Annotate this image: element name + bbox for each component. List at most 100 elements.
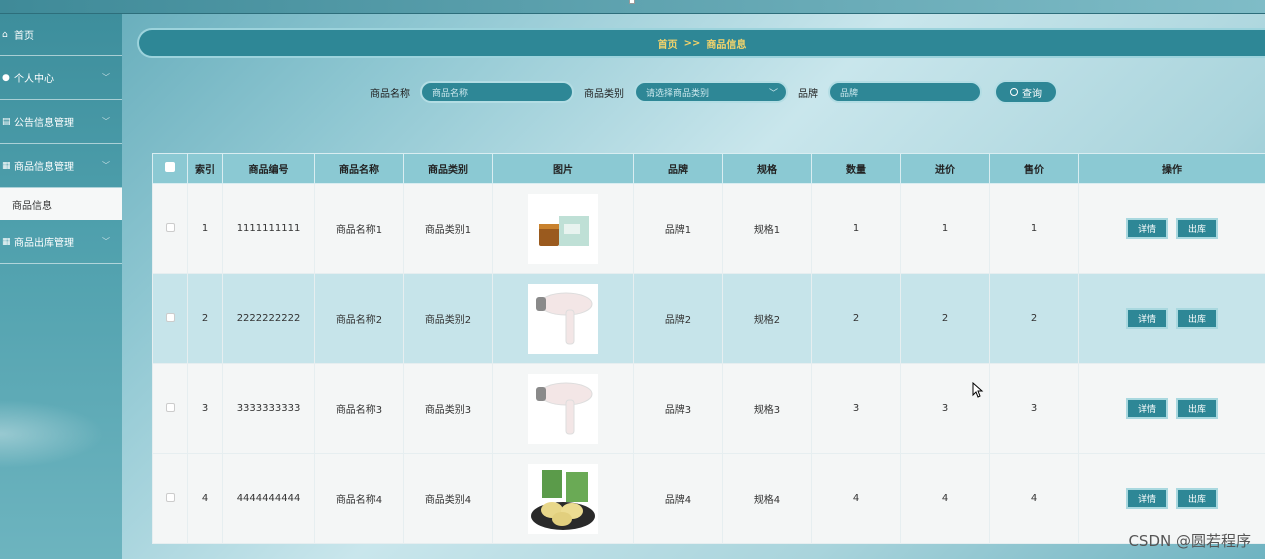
cell-code: 4444444444 [222,453,315,544]
resize-handle[interactable] [629,0,635,4]
row-checkbox[interactable] [165,312,175,322]
select-all-checkbox[interactable] [165,162,175,172]
grid-icon: ▦ [2,160,11,171]
mouse-cursor-icon [972,382,984,398]
cell-category: 商品类别2 [403,273,493,364]
search-form: 商品名称 商品名称 商品类别 请选择商品类别 ﹀ 品牌 品牌 查询 [370,79,1058,105]
cell-code: 1111111111 [222,183,315,274]
breadcrumb: 首页 >> 商品信息 [137,28,1265,58]
cell-qty: 1 [811,183,901,274]
cell-cost: 3 [900,363,990,454]
cell-index: 3 [187,363,223,454]
sidebar-item-outbound[interactable]: ▦ 商品出库管理 ﹀ [0,220,122,264]
search-button-label: 查询 [1022,88,1042,100]
cell-code: 3333333333 [222,363,315,454]
sidebar-item-goods[interactable]: ▦ 商品信息管理 ﹀ [0,144,122,188]
cell-code: 2222222222 [222,273,315,364]
column-header: 操作 [1078,153,1265,184]
cell-name: 商品名称3 [314,363,404,454]
table-row: 3 3333333333 商品名称3 商品类别3 品牌3 规格3 3 3 3 详… [152,363,1265,454]
column-header: 商品类别 [403,153,493,184]
table-row: 4 4444444444 商品名称4 商品类别4 品牌4 规格4 4 4 4 详… [152,453,1265,544]
hair-dryer-image [528,373,598,444]
column-header: 索引 [187,153,223,184]
cell-brand: 品牌1 [633,183,723,274]
watermark: CSDN @圆若程序 [1128,532,1251,550]
outbound-button[interactable]: 出库 [1176,398,1218,419]
sidebar-item-label: 首页 [14,31,34,42]
chevron-down-icon: ﹀ [768,88,778,99]
hair-dryer-image [528,283,598,354]
table-row: 1 1111111111 商品名称1 商品类别1 品牌1 规格1 1 1 1 详… [152,183,1265,274]
cell-spec: 规格4 [722,453,812,544]
column-header: 售价 [989,153,1079,184]
row-checkbox[interactable] [165,402,175,412]
cell-spec: 规格1 [722,183,812,274]
cell-price: 3 [989,363,1079,454]
column-header: 进价 [900,153,990,184]
column-header: 数量 [811,153,901,184]
cell-name: 商品名称2 [314,273,404,364]
brand-label: 品牌 [798,88,818,100]
cell-price: 4 [989,453,1079,544]
category-placeholder: 请选择商品类别 [646,88,710,99]
pastry-image [528,463,598,534]
cell-price: 1 [989,183,1079,274]
search-button[interactable]: 查询 [994,80,1058,104]
cell-qty: 2 [811,273,901,364]
table-row: 2 2222222222 商品名称2 商品类别2 品牌2 规格2 2 2 2 详… [152,273,1265,364]
cell-qty: 3 [811,363,901,454]
chevron-down-icon: ﹀ [102,117,110,126]
cell-cost: 2 [900,273,990,364]
cell-brand: 品牌2 [633,273,723,364]
row-checkbox[interactable] [165,222,175,232]
column-header: 图片 [492,153,634,184]
goods-table: 索引 商品编号 商品名称 商品类别 图片 品牌 规格 数量 进价 售价 操作 1… [152,153,1265,544]
cell-cost: 1 [900,183,990,274]
detail-button[interactable]: 详情 [1126,308,1168,329]
detail-button[interactable]: 详情 [1126,218,1168,239]
sidebar-item-home[interactable]: ⌂ 首页 [0,14,122,56]
sidebar-subitem-goods-info[interactable]: 商品信息 [0,188,122,220]
cell-qty: 4 [811,453,901,544]
outbound-button[interactable]: 出库 [1176,308,1218,329]
notice-icon: ▤ [2,116,11,127]
cell-category: 商品类别4 [403,453,493,544]
outbound-button[interactable]: 出库 [1176,218,1218,239]
cell-spec: 规格2 [722,273,812,364]
cell-cost: 4 [900,453,990,544]
column-header: 商品名称 [314,153,404,184]
name-placeholder: 商品名称 [432,88,469,99]
brand-search-input[interactable]: 品牌 [828,81,982,103]
name-search-input[interactable]: 商品名称 [420,81,574,103]
cell-category: 商品类别3 [403,363,493,454]
cell-index: 1 [187,183,223,274]
sidebar-item-personal[interactable]: ● 个人中心 ﹀ [0,56,122,100]
cell-price: 2 [989,273,1079,364]
sidebar-item-label: 个人中心 [14,74,54,85]
detail-button[interactable]: 详情 [1126,488,1168,509]
sidebar-item-notice[interactable]: ▤ 公告信息管理 ﹀ [0,100,122,144]
category-select[interactable]: 请选择商品类别 ﹀ [634,81,788,103]
sidebar-subitem-label: 商品信息 [12,200,52,212]
chevron-down-icon: ﹀ [102,73,110,82]
breadcrumb-home[interactable]: 首页 [658,36,678,51]
cell-index: 4 [187,453,223,544]
chevron-down-icon: ﹀ [102,237,110,246]
column-header: 商品编号 [222,153,315,184]
detail-button[interactable]: 详情 [1126,398,1168,419]
breadcrumb-current: 商品信息 [706,39,747,51]
brand-placeholder: 品牌 [840,88,859,99]
sidebar: ⌂ 首页 ● 个人中心 ﹀ ▤ 公告信息管理 ﹀ ▦ 商品信息管理 ﹀ 商品信息… [0,14,122,559]
select-all-checkbox-cell[interactable] [152,153,188,184]
home-icon: ⌂ [2,29,8,40]
category-label: 商品类别 [584,88,624,100]
row-checkbox[interactable] [165,492,175,502]
cell-index: 2 [187,273,223,364]
grid-icon: ▦ [2,236,11,247]
table-header-row: 索引 商品编号 商品名称 商品类别 图片 品牌 规格 数量 进价 售价 操作 [152,153,1265,184]
column-header: 规格 [722,153,812,184]
outbound-button[interactable]: 出库 [1176,488,1218,509]
cosmetics-image [528,193,598,264]
sidebar-item-label: 公告信息管理 [14,118,74,129]
